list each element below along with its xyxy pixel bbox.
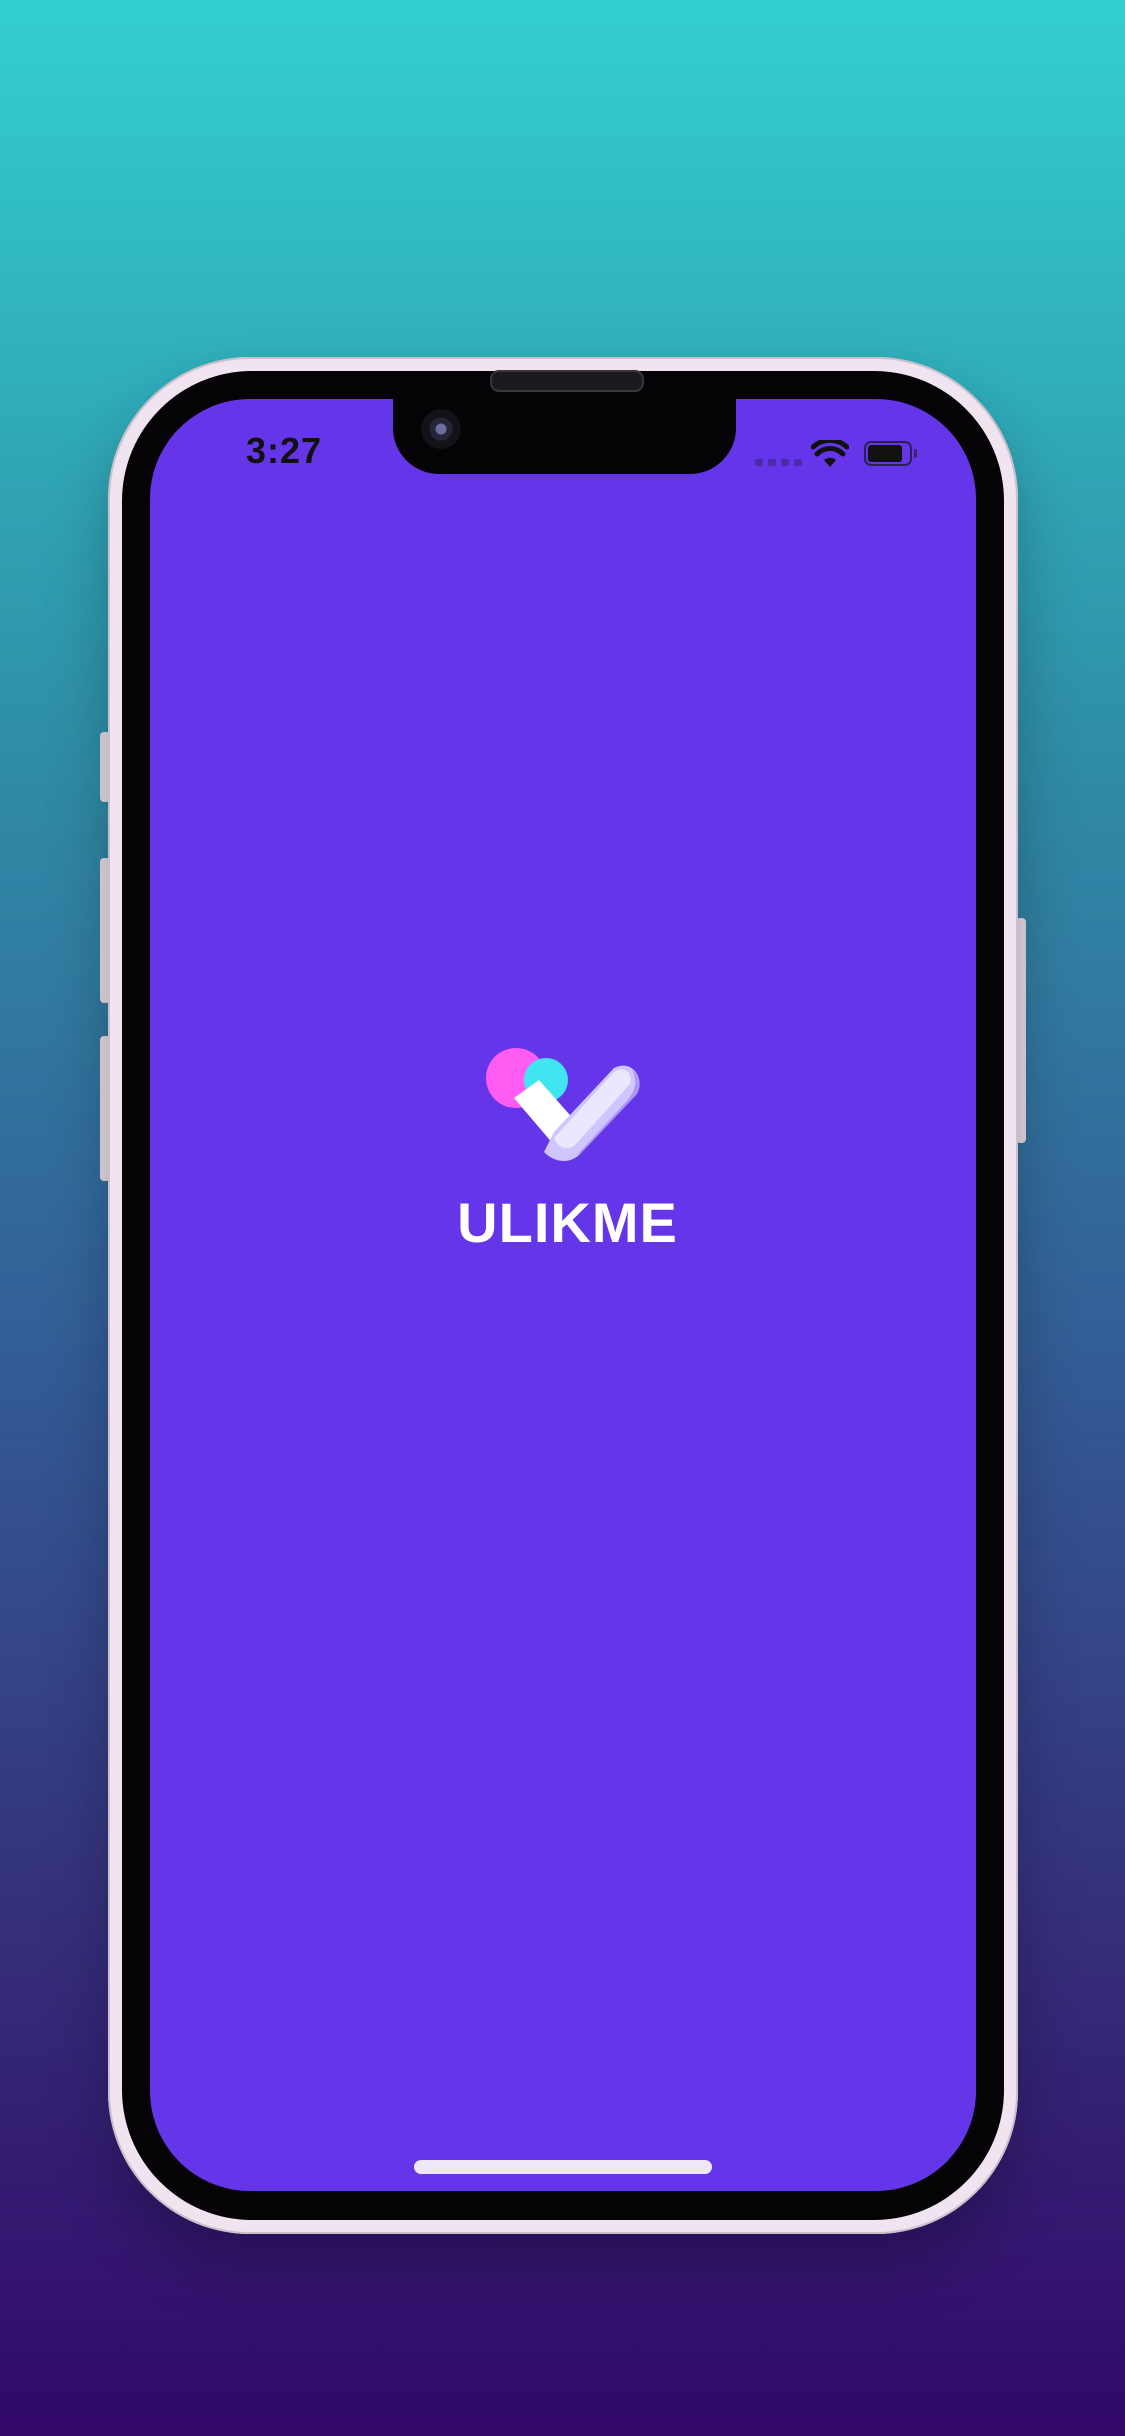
cellular-signal-icon (755, 459, 802, 466)
battery-icon (864, 441, 917, 466)
front-camera-icon (421, 409, 461, 449)
status-time: 3:27 (246, 430, 323, 471)
earpiece-speaker (490, 370, 644, 392)
ulikme-logo-icon (486, 1048, 640, 1161)
home-indicator[interactable] (414, 2160, 712, 2174)
wifi-icon (811, 440, 849, 467)
splash-screen (150, 399, 976, 2191)
app-name: ULIKME (457, 1191, 678, 1254)
